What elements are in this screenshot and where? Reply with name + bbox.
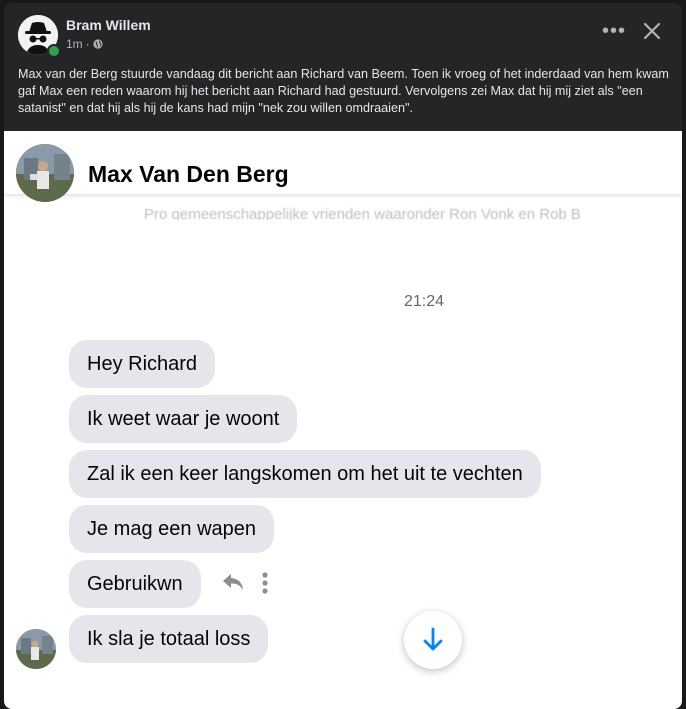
more-vertical-icon[interactable] bbox=[261, 571, 269, 595]
scroll-down-button[interactable] bbox=[404, 611, 462, 669]
post-header: Bram Willem 1m · ••• bbox=[18, 15, 668, 59]
message-bubble: Ik weet waar je woont bbox=[69, 395, 298, 443]
message-bubble: Ik sla je totaal loss bbox=[69, 615, 269, 663]
chat-header: Max Van Den Berg bbox=[4, 131, 682, 202]
globe-icon[interactable] bbox=[93, 39, 103, 49]
author-name[interactable]: Bram Willem bbox=[66, 17, 151, 33]
message-timestamp: 21:24 bbox=[404, 293, 445, 310]
post-text: Max van der Berg stuurde vandaag dit ber… bbox=[18, 67, 669, 115]
contact-name: Max Van Den Berg bbox=[88, 161, 289, 187]
message-bubble: Zal ik een keer langskomen om het uit te… bbox=[69, 450, 541, 498]
reply-icon[interactable] bbox=[221, 572, 245, 592]
post-meta: 1m · bbox=[66, 37, 103, 51]
sender-avatar bbox=[16, 629, 56, 669]
arrow-down-icon bbox=[423, 627, 443, 651]
online-status-dot bbox=[47, 44, 61, 58]
screenshot-image: Max Van Den Berg Pro gemeenschappelijke … bbox=[4, 131, 682, 709]
post-card: Bram Willem 1m · ••• Max van der Berg st… bbox=[4, 3, 682, 709]
contact-avatar bbox=[16, 144, 74, 202]
message-bubble: Gebruikwn bbox=[69, 560, 201, 608]
meta-separator: · bbox=[85, 37, 90, 51]
message-bubble: Je mag een wapen bbox=[69, 505, 275, 553]
faded-info-text: Pro gemeenschappelijke vrienden waaronde… bbox=[144, 206, 581, 220]
post-time[interactable]: 1m bbox=[66, 37, 83, 51]
message-bubble: Hey Richard bbox=[69, 340, 216, 388]
more-icon[interactable]: ••• bbox=[602, 21, 626, 41]
close-icon[interactable] bbox=[640, 19, 664, 43]
